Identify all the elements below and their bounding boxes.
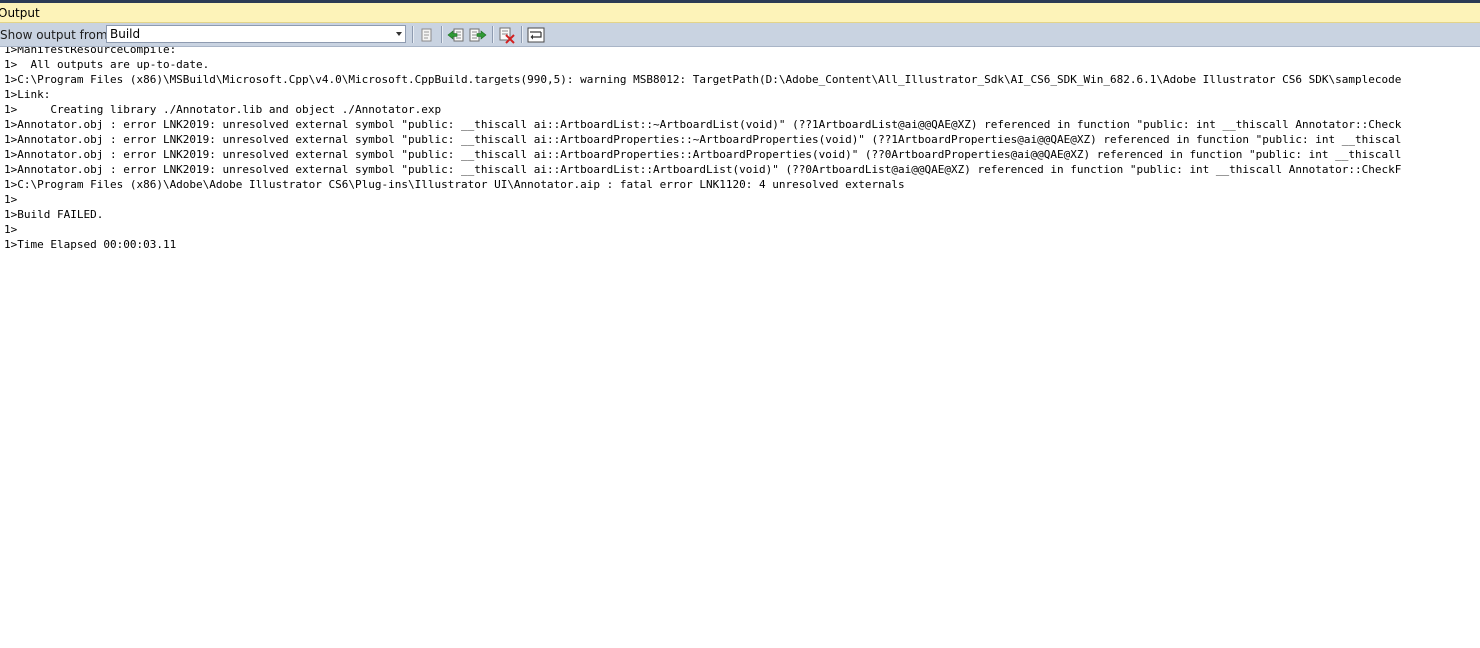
output-text-area[interactable]: 1>ManifestResourceCompile: 1> All outputs…: [0, 47, 1480, 648]
previous-message-icon: [447, 28, 464, 42]
output-line: 1>: [4, 193, 18, 206]
word-wrap-icon: [527, 27, 545, 43]
toolbar-separator: [412, 26, 414, 43]
output-source-dropdown[interactable]: Build: [106, 25, 406, 43]
output-line: 1>Annotator.obj : error LNK2019: unresol…: [4, 163, 1402, 176]
output-line: 1>Annotator.obj : error LNK2019: unresol…: [4, 133, 1402, 146]
output-line: 1>Time Elapsed 00:00:03.11: [4, 238, 177, 251]
output-line: 1>C:\Program Files (x86)\Adobe\Adobe Ill…: [4, 178, 905, 191]
toolbar-separator: [441, 26, 443, 43]
toggle-word-wrap-button[interactable]: [526, 26, 546, 44]
goto-code-icon: [421, 28, 432, 42]
output-line: 1> All outputs are up-to-date.: [4, 58, 210, 71]
go-to-previous-message-button[interactable]: [446, 26, 466, 44]
output-line: 1>Annotator.obj : error LNK2019: unresol…: [4, 148, 1402, 161]
go-to-next-message-button[interactable]: [468, 26, 488, 44]
output-lines: 1>ManifestResourceCompile: 1> All outputs…: [4, 47, 1401, 252]
output-line: 1> Creating library ./Annotator.lib and …: [4, 103, 442, 116]
panel-title: Output: [0, 6, 40, 20]
output-line: 1>C:\Program Files (x86)\MSBuild\Microso…: [4, 73, 1402, 86]
output-source-value: Build: [110, 27, 141, 41]
find-message-in-code-button[interactable]: [417, 26, 437, 44]
output-panel-titlebar[interactable]: Output: [0, 3, 1480, 23]
output-line: 1>: [4, 223, 18, 236]
output-line: 1>ManifestResourceCompile:: [4, 47, 177, 56]
next-message-icon: [469, 28, 487, 42]
chevron-down-icon: [396, 32, 402, 36]
toolbar-separator: [521, 26, 523, 43]
output-line: 1>Annotator.obj : error LNK2019: unresol…: [4, 118, 1402, 131]
toolbar-separator: [492, 26, 494, 43]
output-line: 1>Build FAILED.: [4, 208, 104, 221]
output-line: 1>Link:: [4, 88, 51, 101]
clear-all-icon: [499, 27, 515, 44]
output-toolbar: Show output from: Build: [0, 23, 1480, 47]
clear-all-button[interactable]: [497, 26, 517, 44]
show-output-from-label: Show output from:: [0, 28, 112, 42]
